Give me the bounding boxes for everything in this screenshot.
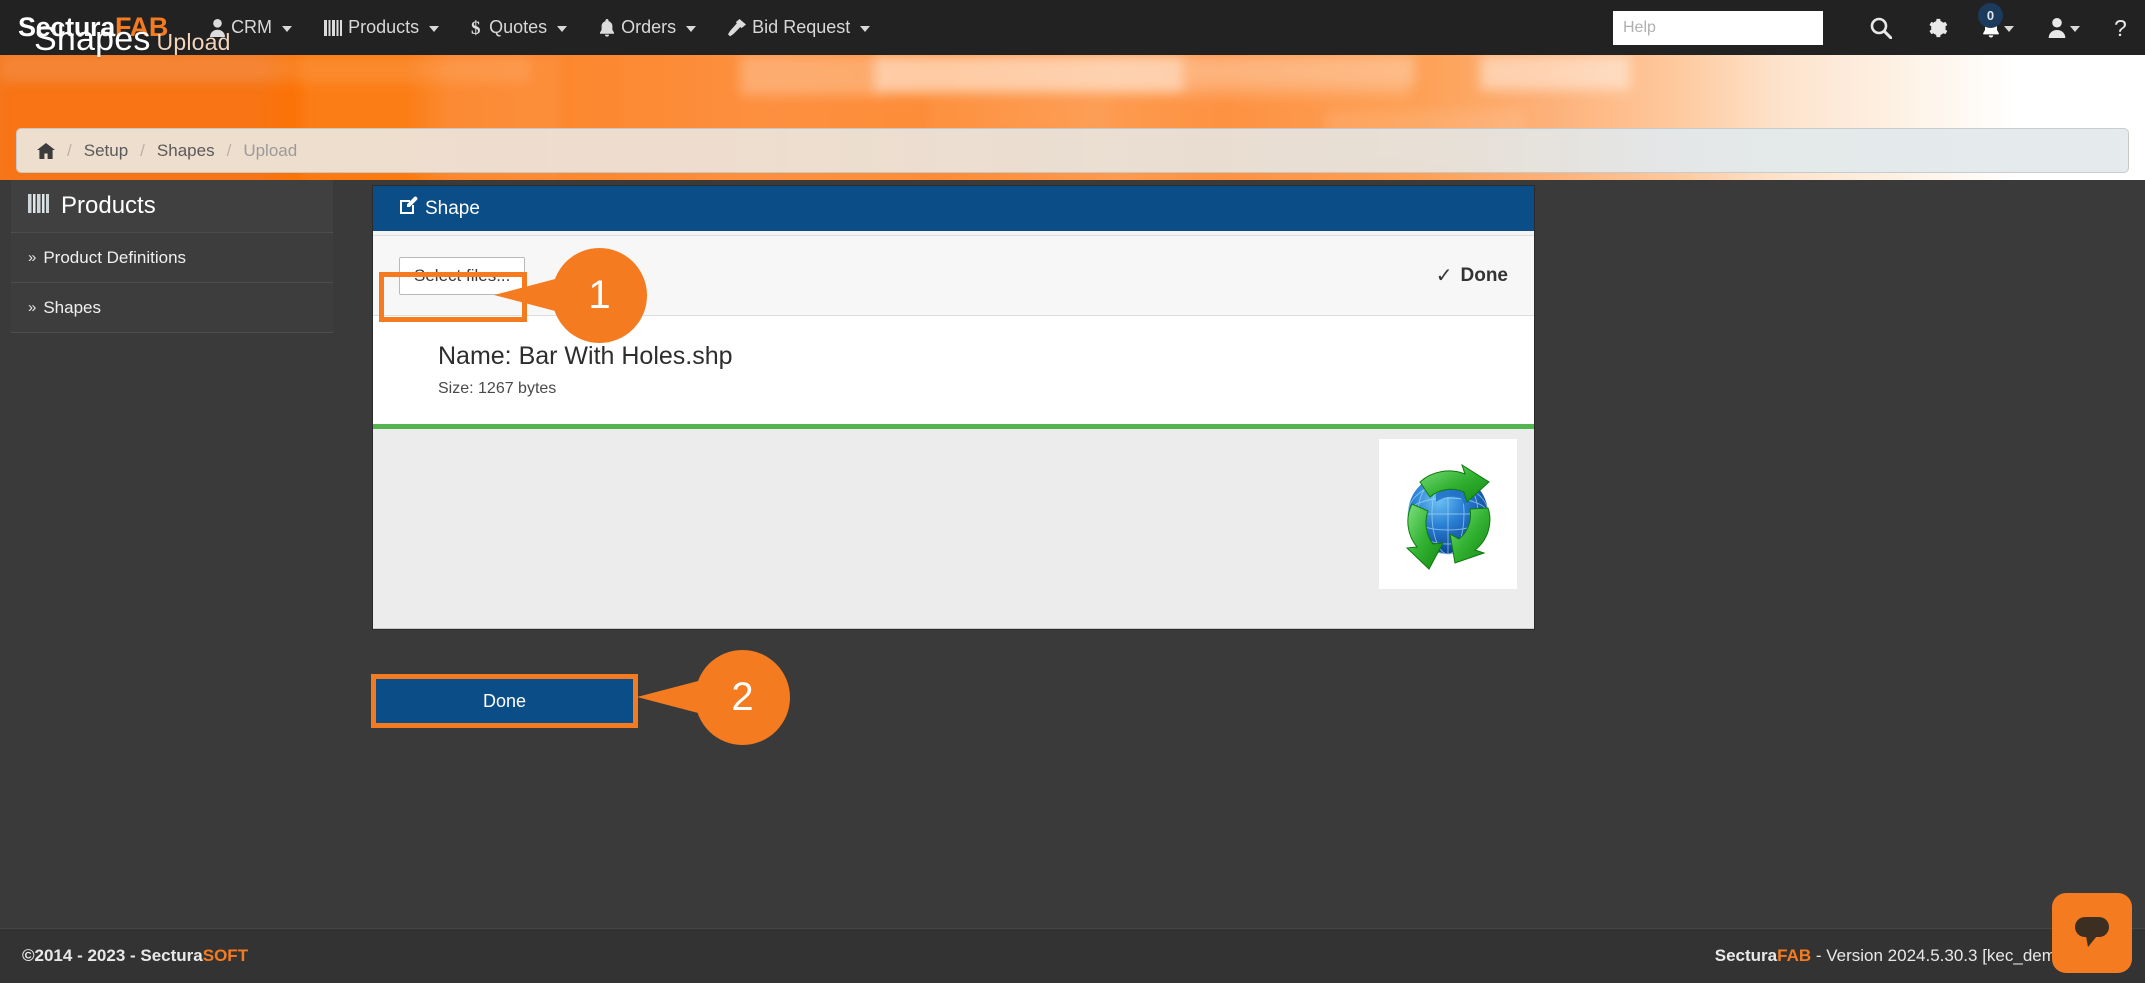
shape-preview-area [373, 429, 1534, 629]
nav-item-bid-request-label: Bid Request [752, 17, 851, 37]
nav-item-quotes[interactable]: $ Quotes [455, 0, 583, 55]
footer-brand-suffix: FAB [1777, 946, 1812, 965]
footer-copyright: ©2014 - 2023 - SecturaSOFT [22, 946, 248, 966]
sidebar-header-label: Products [61, 192, 156, 219]
shape-panel: Shape Select files... ✓ Done Name: Bar W… [372, 185, 1535, 630]
chat-widget-button[interactable] [2052, 893, 2132, 973]
barcode-icon [28, 192, 50, 220]
upload-status-label: Done [1460, 264, 1509, 286]
callout-1-tail [494, 278, 559, 312]
breadcrumb-separator: / [67, 140, 72, 160]
footer: ©2014 - 2023 - SecturaSOFT SecturaFAB - … [0, 928, 2145, 983]
nav-item-orders-label: Orders [621, 17, 677, 37]
svg-text:?: ? [2114, 17, 2127, 39]
breadcrumb-item-setup[interactable]: Setup [84, 141, 128, 161]
callout-2-number: 2 [695, 650, 790, 745]
barcode-icon [324, 19, 343, 36]
chevron-down-icon [557, 26, 568, 32]
upload-status: ✓ Done [1436, 263, 1508, 288]
callout-2-tail [637, 680, 702, 714]
notification-badge: 0 [1978, 3, 2003, 28]
footer-copyright-brand: SOFT [202, 946, 249, 965]
done-button[interactable]: Done [376, 679, 633, 723]
nav-item-products[interactable]: Products [308, 0, 455, 55]
bell-icon [599, 18, 615, 37]
svg-text:$: $ [471, 18, 481, 37]
chevron-down-icon [686, 26, 697, 32]
callout-2: 2 [637, 650, 790, 745]
sidebar-header: Products [11, 180, 333, 233]
settings-button[interactable] [1909, 0, 1965, 55]
help-search-input[interactable] [1613, 10, 1823, 45]
edit-square-icon [399, 196, 418, 221]
chevron-down-icon [2070, 26, 2080, 32]
breadcrumb-separator: / [140, 140, 145, 160]
sidebar-item-product-definitions[interactable]: » Product Definitions [11, 233, 333, 283]
file-size: Size: 1267 bytes [438, 380, 557, 397]
nav-item-quotes-label: Quotes [489, 17, 548, 37]
page-title: Shapes Upload [34, 20, 231, 59]
chevron-down-icon [2004, 26, 2014, 32]
user-icon [2048, 17, 2066, 38]
chevron-down-icon [282, 26, 293, 32]
breadcrumb-item-shapes[interactable]: Shapes [157, 141, 215, 161]
file-name: Name: Bar With Holes.shp [438, 342, 733, 370]
help-button[interactable]: ? [2097, 0, 2145, 55]
user-menu-button[interactable] [2031, 0, 2097, 55]
breadcrumb-item-upload: Upload [243, 140, 298, 160]
dollar-icon: $ [471, 18, 483, 37]
search-icon [1870, 17, 1892, 39]
shape-panel-header: Shape [373, 186, 1534, 231]
home-icon[interactable] [37, 142, 55, 159]
recycle-globe-image [1379, 439, 1517, 589]
sidebar-item-shapes[interactable]: » Shapes [11, 283, 333, 333]
nav-item-orders[interactable]: Orders [583, 0, 712, 55]
question-mark-icon: ? [2114, 17, 2127, 39]
sidebar-item-shapes-label: Shapes [43, 297, 102, 317]
file-info-block: Name: Bar With Holes.shp Size: 1267 byte… [373, 316, 1534, 424]
top-navbar: SecturaFAB CRM Products $ Quotes Orders … [0, 0, 2145, 55]
notifications-button[interactable]: 0 [1965, 0, 2031, 55]
footer-brand-prefix: Sectura [1714, 946, 1778, 965]
sidebar: Products » Product Definitions » Shapes [11, 180, 333, 333]
callout-1: 1 [494, 248, 647, 343]
double-chevron-right-icon: » [28, 249, 37, 266]
sidebar-item-product-definitions-label: Product Definitions [43, 247, 187, 267]
nav-item-bid-request[interactable]: Bid Request [712, 0, 886, 55]
chevron-down-icon [429, 26, 440, 32]
gear-icon [1929, 18, 1948, 37]
page-title-main: Shapes [34, 20, 151, 58]
app-root: SecturaFAB CRM Products $ Quotes Orders … [0, 0, 2145, 983]
breadcrumb: / Setup / Shapes / Upload [16, 128, 2129, 173]
navbar-right-group: 0 ? [1613, 0, 2145, 55]
breadcrumb-separator: / [226, 140, 232, 160]
chat-bubble-icon [2075, 917, 2109, 947]
footer-copyright-text: ©2014 - 2023 - Sectura [22, 946, 203, 965]
chevron-down-icon [860, 26, 871, 32]
search-button[interactable] [1853, 0, 1909, 55]
check-icon: ✓ [1435, 265, 1453, 287]
callout-1-number: 1 [552, 248, 647, 343]
page-title-sub: Upload [156, 29, 231, 55]
hammer-icon [728, 18, 747, 37]
double-chevron-right-icon: » [28, 299, 37, 316]
nav-item-products-label: Products [348, 17, 420, 37]
nav-item-crm-label: CRM [231, 17, 273, 37]
shape-panel-title: Shape [425, 197, 480, 219]
